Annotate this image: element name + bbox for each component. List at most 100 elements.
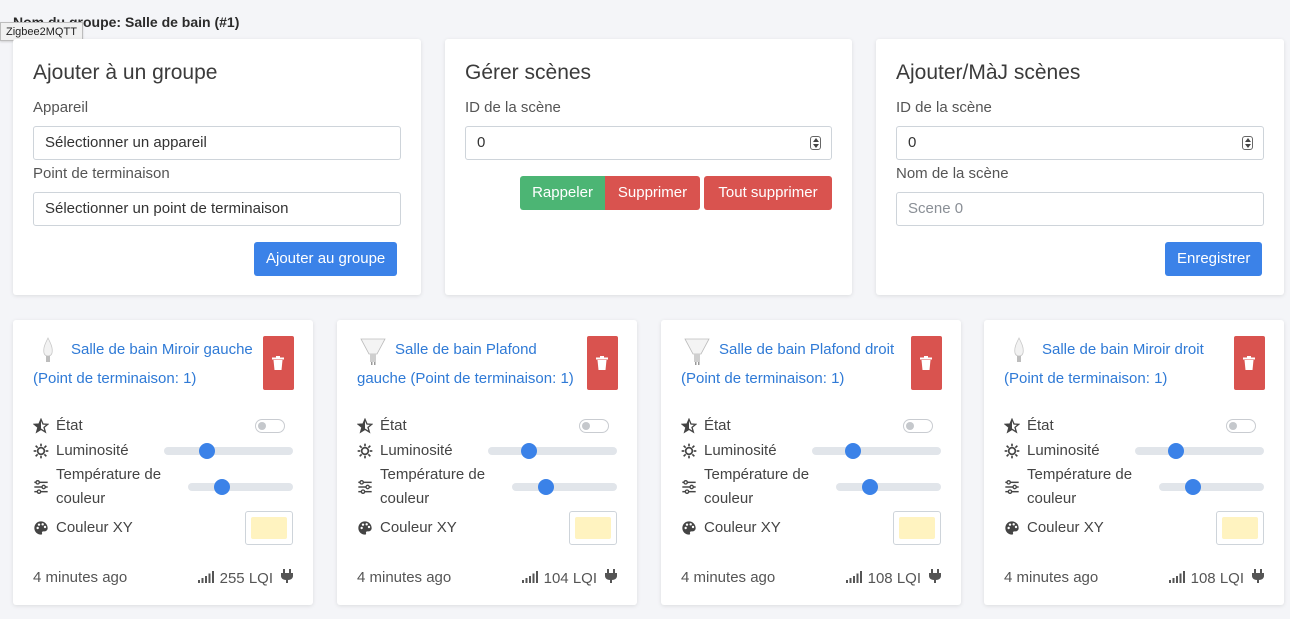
color-temperature-slider[interactable] [836,479,941,495]
color-temperature-icon [357,479,373,500]
star-icon [1003,417,1021,439]
save-scene-button[interactable]: Enregistrer [1165,242,1263,276]
color-temperature-slider[interactable] [1159,479,1264,495]
color-picker[interactable] [245,511,293,545]
lqi-group: 104 LQI [521,569,617,588]
color-picker[interactable] [1216,511,1264,545]
device-link[interactable]: Salle de bain Plafond gauche (Point de t… [357,335,597,393]
scene-id-input[interactable]: 0 [465,126,832,160]
state-label: État [56,417,83,434]
color-temperature-icon [33,479,49,500]
device-name-line2: (Point de terminaison: 1) [33,370,197,387]
state-toggle[interactable] [255,419,285,433]
state-label: État [380,417,407,434]
device-link[interactable]: Salle de bain Plafond droit (Point de te… [681,335,921,393]
brightness-label: Luminosité [380,442,453,459]
color-temperature-icon [681,479,697,500]
device-link[interactable]: Salle de bain Miroir gauche (Point de te… [33,335,273,393]
color-picker[interactable] [569,511,617,545]
color-picker[interactable] [893,511,941,545]
color-temperature-slider-thumb[interactable] [1185,479,1201,495]
brightness-label: Luminosité [56,442,129,459]
brightness-icon [681,443,697,464]
number-spinner-icon[interactable] [810,136,821,150]
brightness-slider[interactable] [164,443,293,459]
color-temperature-label-line2: couleur [704,490,754,507]
last-seen: 4 minutes ago [681,569,776,586]
palette-icon [681,520,697,541]
state-toggle[interactable] [903,419,933,433]
color-temperature-label-line1: Température de [380,466,486,483]
signal-icon [1168,570,1187,588]
device-name-line1: Salle de bain Miroir gauche [71,341,253,358]
plug-icon [1252,569,1264,588]
device-select[interactable]: Sélectionner un appareil [33,126,401,160]
device-name-line2: (Point de terminaison: 1) [1004,370,1168,387]
color-temperature-slider[interactable] [188,479,293,495]
color-temperature-slider[interactable] [512,479,617,495]
scene-id-label: ID de la scène [465,99,561,116]
device-name-line1: Salle de bain Plafond [395,341,537,358]
lqi-group: 108 LQI [845,569,941,588]
color-temperature-label-line1: Température de [1027,466,1133,483]
state-toggle[interactable] [1226,419,1256,433]
scene-name-label: Nom de la scène [896,165,1009,182]
remove-device-button[interactable] [587,336,618,390]
add-update-scenes-title: Ajouter/MàJ scènes [896,61,1081,84]
state-toggle[interactable] [579,419,609,433]
device-name-line1: Salle de bain Miroir droit [1042,341,1204,358]
brightness-slider-thumb[interactable] [845,443,861,459]
add-to-group-button[interactable]: Ajouter au groupe [254,242,398,276]
scene-name-input[interactable]: Scene 0 [896,192,1264,226]
color-swatch [1222,517,1258,539]
brightness-slider-thumb[interactable] [199,443,215,459]
device-link[interactable]: Salle de bain Miroir droit (Point de ter… [1004,335,1244,393]
remove-device-button[interactable] [1234,336,1265,390]
device-name-line2: gauche (Point de terminaison: 1) [357,370,574,387]
brightness-slider[interactable] [488,443,617,459]
brightness-slider-thumb[interactable] [1168,443,1184,459]
remove-device-button[interactable] [263,336,294,390]
color-xy-label: Couleur XY [1027,519,1104,536]
device-card: Salle de bain Miroir droit (Point de ter… [984,320,1284,605]
endpoint-label: Point de terminaison [33,165,170,182]
remove-device-button[interactable] [911,336,942,390]
scene-id-label: ID de la scène [896,99,992,116]
color-temperature-label: Température de couleur [56,463,161,511]
color-temperature-label-line1: Température de [56,466,162,483]
color-xy-label: Couleur XY [380,519,457,536]
endpoint-select[interactable]: Sélectionner un point de terminaison [33,192,401,226]
lqi-value: 255 LQI [219,570,273,587]
lqi-value: 108 LQI [1190,570,1244,587]
star-icon [680,417,698,439]
color-temperature-label-line2: couleur [56,490,106,507]
color-temperature-slider-thumb[interactable] [214,479,230,495]
star-icon [356,417,374,439]
brightness-slider-thumb[interactable] [521,443,537,459]
brightness-slider[interactable] [812,443,941,459]
remove-all-scenes-button[interactable]: Tout supprimer [704,176,832,210]
plug-icon [281,569,293,588]
number-spinner-icon[interactable] [1242,136,1253,150]
star-icon [32,417,50,439]
add-to-group-title: Ajouter à un groupe [33,61,218,84]
color-temperature-label-line1: Température de [704,466,810,483]
lqi-group: 108 LQI [1168,569,1264,588]
remove-scene-button[interactable]: Supprimer [605,176,700,210]
brightness-slider[interactable] [1135,443,1264,459]
lqi-value: 108 LQI [867,570,921,587]
color-temperature-slider-thumb[interactable] [862,479,878,495]
brightness-label: Luminosité [1027,442,1100,459]
color-xy-label: Couleur XY [704,519,781,536]
plug-icon [605,569,617,588]
recall-scene-button[interactable]: Rappeler [520,176,605,210]
color-temperature-label: Température de couleur [1027,463,1132,511]
color-temperature-slider-thumb[interactable] [538,479,554,495]
last-seen: 4 minutes ago [33,569,128,586]
scene-id-input[interactable]: 0 [896,126,1264,160]
manage-scenes-title: Gérer scènes [465,61,592,84]
brightness-icon [357,443,373,464]
lqi-group: 255 LQI [197,569,293,588]
scene-id-value: 0 [908,134,917,151]
color-swatch [899,517,935,539]
